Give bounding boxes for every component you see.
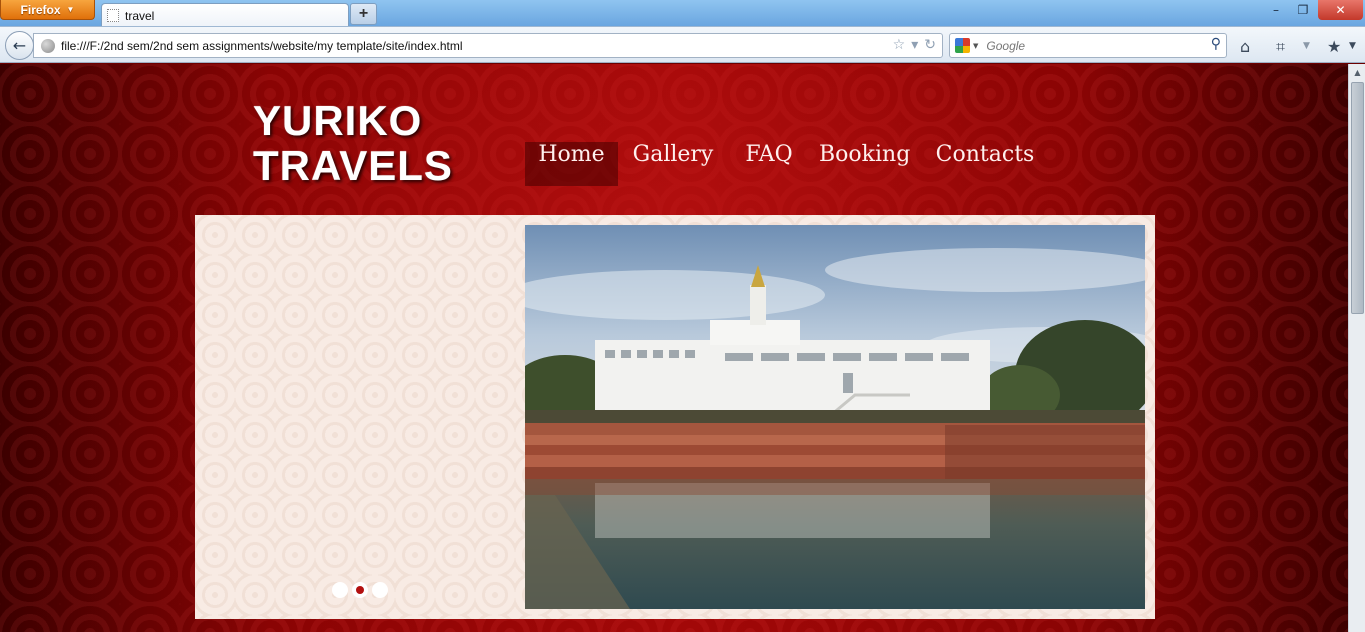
- new-tab-button[interactable]: +: [350, 3, 377, 25]
- back-arrow-icon: ←: [12, 36, 27, 55]
- bookmarks-icon[interactable]: ★: [1327, 37, 1341, 56]
- slider-dot[interactable]: [372, 582, 388, 598]
- back-button[interactable]: ←: [5, 31, 34, 60]
- bookmarks-dropdown-icon[interactable]: ▼: [1349, 41, 1356, 51]
- restore-button[interactable]: ❐: [1292, 0, 1314, 20]
- site-logo[interactable]: YURIKO TRAVELS: [253, 98, 453, 188]
- firefox-menu-label: Firefox: [20, 2, 61, 17]
- minimize-button[interactable]: –: [1265, 0, 1287, 20]
- crop-icon[interactable]: ⌗: [1276, 37, 1285, 57]
- history-dropdown-icon[interactable]: ▾: [911, 37, 918, 53]
- slider-dot[interactable]: [332, 582, 348, 598]
- close-button[interactable]: ✕: [1318, 0, 1363, 20]
- slider-panel: [195, 215, 1155, 619]
- menu-item-home[interactable]: Home: [525, 142, 618, 186]
- engine-dropdown-icon[interactable]: ▼: [973, 42, 978, 50]
- google-icon[interactable]: [955, 38, 970, 53]
- slider-pagination: [332, 582, 388, 598]
- home-icon[interactable]: ⌂: [1240, 37, 1250, 56]
- globe-icon: [41, 38, 55, 53]
- search-icon[interactable]: ⚲: [1211, 36, 1221, 52]
- menu-item-gallery[interactable]: Gallery: [629, 142, 717, 186]
- scroll-thumb[interactable]: [1351, 82, 1364, 314]
- page-viewport: YURIKO TRAVELS Home Gallery FAQ Booking …: [0, 64, 1348, 632]
- crop-dropdown-icon[interactable]: ▼: [1303, 41, 1310, 51]
- search-placeholder: Google: [986, 38, 1026, 53]
- tab-title: travel: [125, 8, 155, 23]
- reload-icon[interactable]: ↻: [924, 37, 936, 53]
- slider-dot-active[interactable]: [352, 582, 368, 598]
- slider-photo: [525, 225, 1145, 609]
- menu-item-booking[interactable]: Booking: [819, 142, 910, 186]
- scroll-up-arrow-icon[interactable]: ▲: [1349, 64, 1365, 81]
- chevron-down-icon: ▼: [66, 5, 75, 14]
- logo-line-2: TRAVELS: [253, 142, 453, 189]
- vertical-scrollbar[interactable]: ▲: [1348, 64, 1365, 632]
- bookmark-star-icon[interactable]: ☆: [893, 37, 906, 53]
- browser-tab[interactable]: travel: [101, 3, 349, 27]
- navigation-toolbar: file:///F:/2nd sem/2nd sem assignments/w…: [0, 26, 1365, 63]
- title-bar: Firefox ▼ travel + – ❐ ✕: [0, 0, 1365, 27]
- firefox-menu-button[interactable]: Firefox ▼: [0, 0, 95, 20]
- logo-line-1: YURIKO: [253, 97, 423, 144]
- search-bar[interactable]: ▼ Google ⚲: [949, 33, 1227, 58]
- address-bar[interactable]: file:///F:/2nd sem/2nd sem assignments/w…: [33, 33, 943, 58]
- url-text[interactable]: file:///F:/2nd sem/2nd sem assignments/w…: [61, 39, 463, 53]
- menu-item-contacts[interactable]: Contacts: [935, 142, 1035, 186]
- menu-item-faq[interactable]: FAQ: [739, 142, 799, 186]
- page-favicon-icon: [107, 9, 119, 22]
